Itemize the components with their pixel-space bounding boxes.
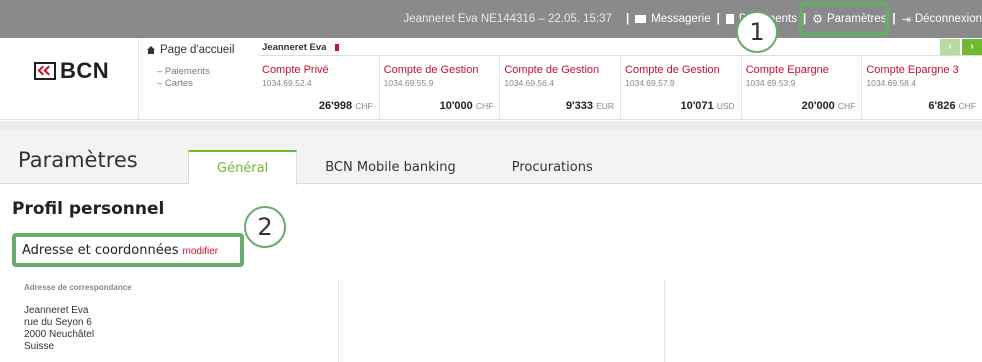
address-column: Adresse de correspondance Jeanneret Eva … — [0, 279, 338, 362]
address-column — [664, 279, 982, 362]
address-subheader: Adresse et coordonnées modifier — [12, 233, 244, 267]
account-balance: 20'000 CHF — [802, 100, 856, 112]
address-line: 2000 Neuchâtel — [24, 329, 95, 340]
address-heading: Adresse et coordonnées modifier — [22, 243, 218, 258]
balance-value: 6'826 — [928, 100, 956, 112]
account-balance: 6'826 CHF — [928, 100, 976, 112]
top-bar-menu: Jeanneret Eva NE144316 – 22.05. 15:37 | … — [404, 0, 982, 38]
account-name: Compte de Gestion — [383, 64, 479, 76]
balance-currency: CHF — [837, 101, 856, 111]
account-card[interactable]: Compte de Gestion 1034.69.56.4 9'333 EUR — [499, 56, 620, 120]
account-card[interactable]: Compte Epargne 1034.69.53.9 20'000 CHF — [740, 56, 862, 120]
logout-icon: ⇥ — [901, 13, 911, 26]
account-number: 1034.69.55.9 — [383, 78, 434, 88]
tab-mobile-banking[interactable]: BCN Mobile banking — [297, 150, 484, 184]
title-bar: Paramètres Général BCN Mobile banking Pr… — [0, 130, 982, 185]
bcn-logo-icon — [34, 62, 56, 80]
callout-highlight-settings — [799, 2, 889, 36]
owner-name: Jeanneret Eva — [262, 42, 327, 53]
payments-link[interactable]: – Paiements — [157, 66, 210, 77]
callout-marker-2: 2 — [244, 206, 286, 248]
logout-link[interactable]: ⇥ Déconnexion — [902, 13, 982, 26]
header-spacer — [0, 121, 982, 130]
account-name: Compte Epargne 3 — [866, 64, 959, 76]
account-card[interactable]: Compte de Gestion 1034.69.55.9 10'000 CH… — [378, 56, 500, 120]
home-label: Page d'accueil — [160, 44, 235, 56]
main-content: Profil personnel Adresse et coordonnées m… — [0, 185, 982, 362]
address-column — [338, 279, 664, 362]
balance-currency: USD — [716, 101, 735, 111]
account-name: Compte de Gestion — [625, 64, 720, 76]
separator: | — [892, 13, 896, 25]
user-session-info: Jeanneret Eva NE144316 – 22.05. 15:37 — [403, 13, 612, 25]
address-line: Jeanneret Eva — [24, 305, 89, 316]
home-navigation: Page d'accueil – Paiements – Cartes — [138, 38, 258, 120]
home-icon — [147, 46, 155, 54]
address-line: Suisse — [24, 341, 55, 352]
document-icon — [725, 14, 734, 24]
account-list: Compte Privé 1034.69.52.4 26'998 CHF Com… — [258, 56, 982, 120]
address-grid: Adresse de correspondance Jeanneret Eva … — [0, 279, 982, 362]
balance-value: 10'000 — [439, 100, 473, 112]
section-title: Profil personnel — [12, 199, 165, 219]
separator: | — [716, 13, 720, 25]
modify-link[interactable]: modifier — [183, 246, 219, 257]
account-balance: 10'071 USD — [680, 100, 734, 112]
account-name: Compte Privé — [262, 64, 329, 76]
account-card[interactable]: Compte de Gestion 1034.69.57.9 10'071 US… — [620, 56, 741, 120]
account-number: 1034.69.53.9 — [745, 78, 796, 88]
account-number: 1034.69.57.9 — [625, 78, 675, 88]
home-link[interactable]: Page d'accueil — [147, 44, 234, 56]
account-number: 1034.69.52.4 — [262, 78, 312, 88]
tab-procurations[interactable]: Procurations — [484, 150, 621, 184]
bcn-logo[interactable]: BCN — [34, 58, 109, 84]
account-balance: 9'333 EUR — [566, 100, 614, 112]
account-name: Compte Epargne — [745, 64, 829, 76]
account-card[interactable]: Compte Privé 1034.69.52.4 26'998 CHF — [258, 56, 379, 120]
messages-label: Messagerie — [651, 13, 711, 25]
balance-currency: CHF — [475, 101, 494, 111]
page-title: Paramètres — [18, 148, 138, 172]
account-number: 1034.69.58.4 — [866, 78, 916, 88]
balance-currency: CHF — [958, 101, 977, 111]
address-label: Adresse de correspondance — [24, 283, 132, 292]
account-balance: 26'998 CHF — [319, 100, 373, 112]
logout-label: Déconnexion — [914, 13, 982, 25]
messages-link[interactable]: Messagerie — [635, 13, 711, 25]
balance-value: 26'998 — [318, 100, 353, 112]
account-card[interactable]: Compte Epargne 3 1034.69.58.4 6'826 CHF — [861, 56, 982, 120]
separator: | — [625, 13, 630, 25]
balance-value: 10'071 — [680, 100, 714, 112]
address-line: rue du Seyon 6 — [24, 317, 92, 328]
account-number: 1034.69.56.4 — [504, 78, 554, 88]
next-accounts-button[interactable]: › — [962, 39, 982, 55]
account-name: Compte de Gestion — [504, 64, 600, 76]
balance-currency: EUR — [596, 101, 615, 111]
accounts-overview: Jeanneret Eva ‹ › Compte Privé 1034.69.5… — [258, 38, 982, 120]
prev-accounts-button[interactable]: ‹ — [940, 39, 960, 55]
settings-tabs: Général BCN Mobile banking Procurations — [188, 150, 621, 185]
callout-marker-1: 1 — [736, 11, 778, 53]
tab-general[interactable]: Général — [188, 150, 298, 185]
account-pager: ‹ › — [938, 39, 982, 55]
balance-value: 20'000 — [801, 100, 835, 112]
pin-icon[interactable] — [335, 44, 340, 51]
header: BCN Page d'accueil – Paiements – Cartes … — [0, 38, 982, 120]
balance-value: 9'333 — [565, 100, 593, 112]
logo-text: BCN — [60, 58, 110, 83]
account-balance: 10'000 CHF — [440, 100, 494, 112]
account-owner: Jeanneret Eva — [258, 38, 982, 56]
envelope-icon — [635, 15, 647, 23]
address-heading-label: Adresse et coordonnées — [22, 243, 179, 258]
balance-currency: CHF — [355, 101, 373, 111]
cards-link[interactable]: – Cartes — [157, 78, 193, 89]
